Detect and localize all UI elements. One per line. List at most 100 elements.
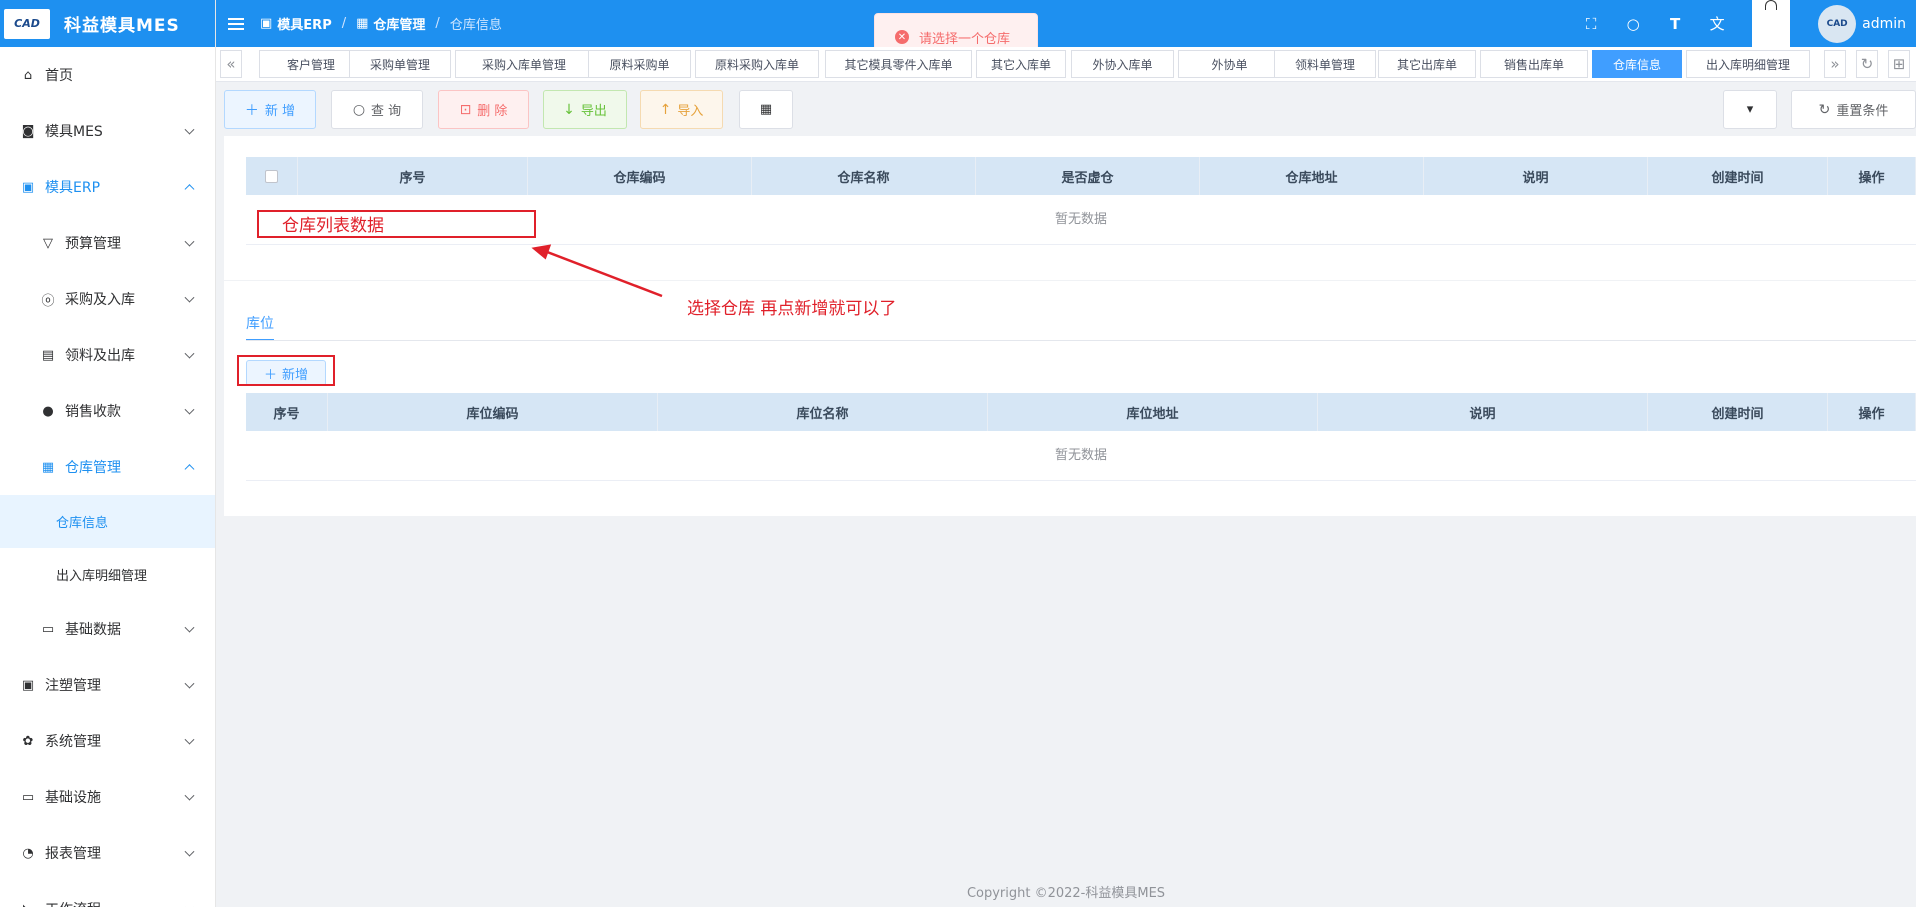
sidebar-item-label: 工作流程 bbox=[45, 899, 101, 907]
reset-button-label: 重置条件 bbox=[1836, 104, 1889, 119]
sidebar-item-label: 首页 bbox=[45, 68, 73, 84]
tab-picking-order[interactable]: 领料单管理 bbox=[1274, 50, 1376, 78]
column-settings-button[interactable]: ▦ bbox=[739, 90, 793, 129]
import-button[interactable]: ↑ 导入 bbox=[640, 90, 723, 129]
menu-toggle-icon[interactable] bbox=[228, 15, 244, 33]
home-icon: ⌂ bbox=[23, 67, 33, 83]
column-header: 是否虚仓 bbox=[976, 157, 1200, 195]
sidebar-item-infrastructure[interactable]: ▭ 基础设施 bbox=[0, 769, 215, 825]
sidebar-item-warehouse-info[interactable]: 仓库信息 bbox=[0, 495, 215, 548]
annotation-add-box bbox=[237, 355, 335, 386]
sidebar-item-workflow[interactable]: ◣ 工作流程 bbox=[0, 881, 215, 907]
column-header: 说明 bbox=[1318, 393, 1648, 431]
tab-other-outbound[interactable]: 其它出库单 bbox=[1378, 50, 1476, 78]
refresh-icon[interactable]: ↻ bbox=[1856, 50, 1878, 78]
sidebar-item-label: 模具MES bbox=[45, 124, 103, 140]
reset-button[interactable]: ↻ 重置条件 bbox=[1791, 90, 1916, 129]
sidebar-item-sales[interactable]: ● 销售收款 bbox=[0, 383, 215, 439]
location-panel: 库位 ＋新增 序号 库位编码 库位名称 库位地址 说明 创建时间 操作 暂无数据 bbox=[224, 281, 1916, 516]
add-button[interactable]: ＋ 新 增 bbox=[224, 90, 316, 129]
user-name: admin bbox=[1862, 15, 1906, 32]
tab-purchase-order[interactable]: 采购单管理 bbox=[349, 50, 451, 78]
tab-purchase-inbound[interactable]: 采购入库单管理 bbox=[455, 50, 593, 78]
fullscreen-icon[interactable]: ⛶ bbox=[1576, 15, 1606, 33]
sidebar-item-injection[interactable]: ▣ 注塑管理 bbox=[0, 657, 215, 713]
tab-outsource-inbound[interactable]: 外协入库单 bbox=[1071, 50, 1174, 78]
sidebar-menu: ⌂ 首页 ◙ 模具MES ▣ 模具ERP ▽ 预算管理 ⓞ 采购及入库 ▤ 领料… bbox=[0, 47, 215, 907]
sidebar-item-budget[interactable]: ▽ 预算管理 bbox=[0, 215, 215, 271]
filter-icon: ▽ bbox=[43, 235, 53, 251]
tab-warehouse-info[interactable]: 仓库信息 bbox=[1592, 50, 1682, 78]
sidebar-item-mold-erp[interactable]: ▣ 模具ERP bbox=[0, 159, 215, 215]
tab-material-inbound[interactable]: 原料采购入库单 bbox=[695, 50, 819, 78]
sidebar-item-label: 采购及入库 bbox=[65, 292, 135, 308]
breadcrumb: ▣ 模具ERP / ▦ 仓库管理 / 仓库信息 bbox=[260, 14, 502, 33]
sidebar-item-inout-detail[interactable]: 出入库明细管理 bbox=[0, 548, 215, 601]
chevron-down-icon bbox=[184, 124, 195, 135]
delete-button[interactable]: ⊡ 删 除 bbox=[438, 90, 529, 129]
tab-customer[interactable]: 客户管理 bbox=[259, 50, 363, 78]
select-all-checkbox[interactable] bbox=[265, 169, 278, 183]
tab-outsource-order[interactable]: 外协单 bbox=[1178, 50, 1281, 78]
search-icon[interactable]: ○ bbox=[1618, 15, 1648, 33]
notification-button[interactable] bbox=[1752, 0, 1791, 47]
translate-icon[interactable]: 文 bbox=[1702, 13, 1732, 34]
sidebar-item-home[interactable]: ⌂ 首页 bbox=[0, 47, 215, 103]
chevron-up-icon bbox=[184, 184, 195, 195]
bell-icon bbox=[1765, 0, 1778, 10]
tab-sales-outbound[interactable]: 销售出库单 bbox=[1480, 50, 1588, 78]
sidebar-item-label: 报表管理 bbox=[45, 846, 101, 862]
download-icon: ↓ bbox=[563, 101, 575, 118]
chevron-down-icon bbox=[184, 404, 195, 415]
chevron-down-icon bbox=[184, 678, 195, 689]
chevron-up-icon bbox=[184, 464, 195, 475]
sidebar-item-reports[interactable]: ◔ 报表管理 bbox=[0, 825, 215, 881]
briefcase-icon: ▣ bbox=[260, 16, 273, 31]
column-header: 库位编码 bbox=[328, 393, 658, 431]
grid-menu-icon[interactable]: ⊞ bbox=[1888, 50, 1910, 78]
tab-material-purchase[interactable]: 原料采购单 bbox=[588, 50, 691, 78]
caret-down-icon: ▾ bbox=[1746, 102, 1754, 117]
warehouse-table-header: 序号 仓库编码 仓库名称 是否虚仓 仓库地址 说明 创建时间 操作 bbox=[246, 157, 1916, 195]
workflow-icon: ◣ bbox=[21, 902, 35, 907]
sidebar-item-system[interactable]: ✿ 系统管理 bbox=[0, 713, 215, 769]
font-size-icon[interactable]: T bbox=[1660, 15, 1690, 33]
breadcrumb-item[interactable]: 仓库管理 bbox=[373, 14, 425, 33]
tags-scroll-right-icon[interactable]: » bbox=[1824, 50, 1846, 78]
chevron-down-icon bbox=[184, 846, 195, 857]
tab-mold-parts-inbound[interactable]: 其它模具零件入库单 bbox=[825, 50, 972, 78]
user-menu[interactable]: CAD admin bbox=[1818, 4, 1906, 43]
breadcrumb-item[interactable]: 模具ERP bbox=[277, 14, 331, 33]
building-icon: ▤ bbox=[41, 347, 55, 363]
select-all-checkbox-cell bbox=[246, 157, 298, 195]
expand-filter-button[interactable]: ▾ bbox=[1723, 90, 1777, 129]
trash-icon: ⊡ bbox=[459, 101, 472, 118]
sidebar-item-label: 注塑管理 bbox=[45, 678, 101, 694]
sidebar-item-mold-mes[interactable]: ◙ 模具MES bbox=[0, 103, 215, 159]
location-table-header: 序号 库位编码 库位名称 库位地址 说明 创建时间 操作 bbox=[246, 393, 1916, 431]
export-button[interactable]: ↓ 导出 bbox=[543, 90, 627, 129]
chevron-down-icon bbox=[184, 902, 195, 907]
column-header: 操作 bbox=[1828, 393, 1916, 431]
import-button-label: 导入 bbox=[677, 104, 704, 119]
tab-inout-detail[interactable]: 出入库明细管理 bbox=[1686, 50, 1810, 78]
add-button-label: 新 增 bbox=[264, 104, 296, 119]
warehouse-panel: 序号 仓库编码 仓库名称 是否虚仓 仓库地址 说明 创建时间 操作 暂无数据 bbox=[224, 136, 1916, 280]
column-header: 库位地址 bbox=[988, 393, 1318, 431]
monitor-icon: ▭ bbox=[21, 789, 35, 805]
tags-scroll-left-icon[interactable]: « bbox=[220, 50, 242, 78]
tab-other-inbound[interactable]: 其它入库单 bbox=[976, 50, 1066, 78]
query-button[interactable]: ○ 查 询 bbox=[331, 90, 423, 129]
briefcase-icon: ▣ bbox=[21, 677, 35, 693]
sidebar-item-purchase[interactable]: ⓞ 采购及入库 bbox=[0, 271, 215, 327]
user-icon: ● bbox=[42, 403, 54, 419]
tab-location[interactable]: 库位 bbox=[246, 313, 274, 333]
app-title: 科益模具MES bbox=[64, 16, 180, 36]
tab-divider bbox=[246, 340, 1916, 341]
breadcrumb-separator: / bbox=[341, 16, 347, 31]
sidebar-item-picking[interactable]: ▤ 领料及出库 bbox=[0, 327, 215, 383]
sidebar-item-label: 模具ERP bbox=[45, 180, 101, 196]
pie-chart-icon: ◔ bbox=[22, 845, 34, 861]
sidebar-item-basic-data[interactable]: ▭ 基础数据 bbox=[0, 601, 215, 657]
sidebar-item-warehouse[interactable]: ▦ 仓库管理 bbox=[0, 439, 215, 495]
